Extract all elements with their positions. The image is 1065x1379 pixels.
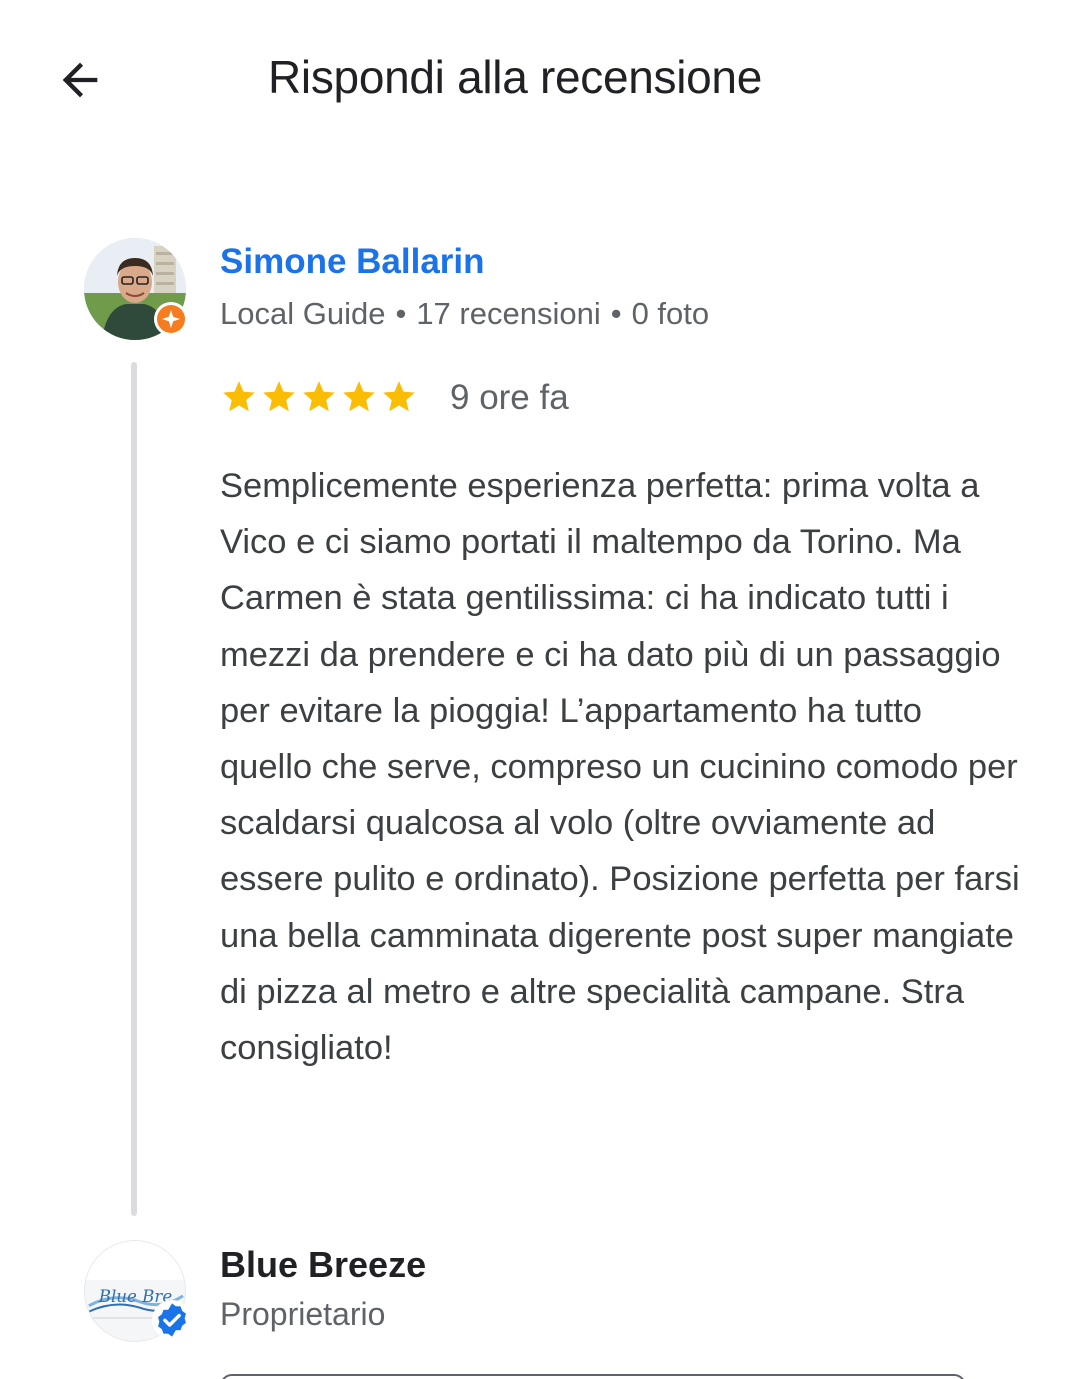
review-text: Semplicemente esperienza perfetta: prima… (220, 467, 1020, 1068)
thread-line (131, 362, 137, 1216)
reviewer-avatar[interactable] (84, 238, 188, 340)
meta-separator: • (395, 296, 407, 331)
reviewer-meta: Local Guide • 17 recensioni • 0 foto (220, 296, 709, 332)
verified-check-icon (152, 1300, 192, 1340)
owner-name: Blue Breeze (220, 1244, 427, 1285)
back-button[interactable] (40, 40, 120, 120)
reviewer-name[interactable]: Simone Ballarin (220, 242, 485, 282)
star-icon (263, 381, 295, 412)
review-time: 9 ore fa (450, 378, 569, 417)
star-icon (383, 381, 415, 412)
star-icon (223, 381, 255, 412)
star-icon (303, 381, 335, 412)
reviewer-type: Local Guide (220, 296, 386, 331)
meta-separator: • (610, 296, 622, 331)
reply-input[interactable] (220, 1374, 966, 1379)
reviews-count: 17 recensioni (416, 296, 601, 331)
arrow-left-icon (62, 62, 98, 98)
owner-role: Proprietario (220, 1296, 386, 1332)
star-rating (220, 378, 418, 416)
photos-count: 0 foto (631, 296, 710, 331)
reply-to-review-screen: Rispondi alla recensione Simone Ballarin… (0, 0, 1065, 1379)
local-guide-icon (154, 302, 188, 336)
owner-avatar: Blue Bre (84, 1240, 192, 1342)
page-title: Rispondi alla recensione (268, 51, 762, 103)
star-icon (343, 381, 375, 412)
